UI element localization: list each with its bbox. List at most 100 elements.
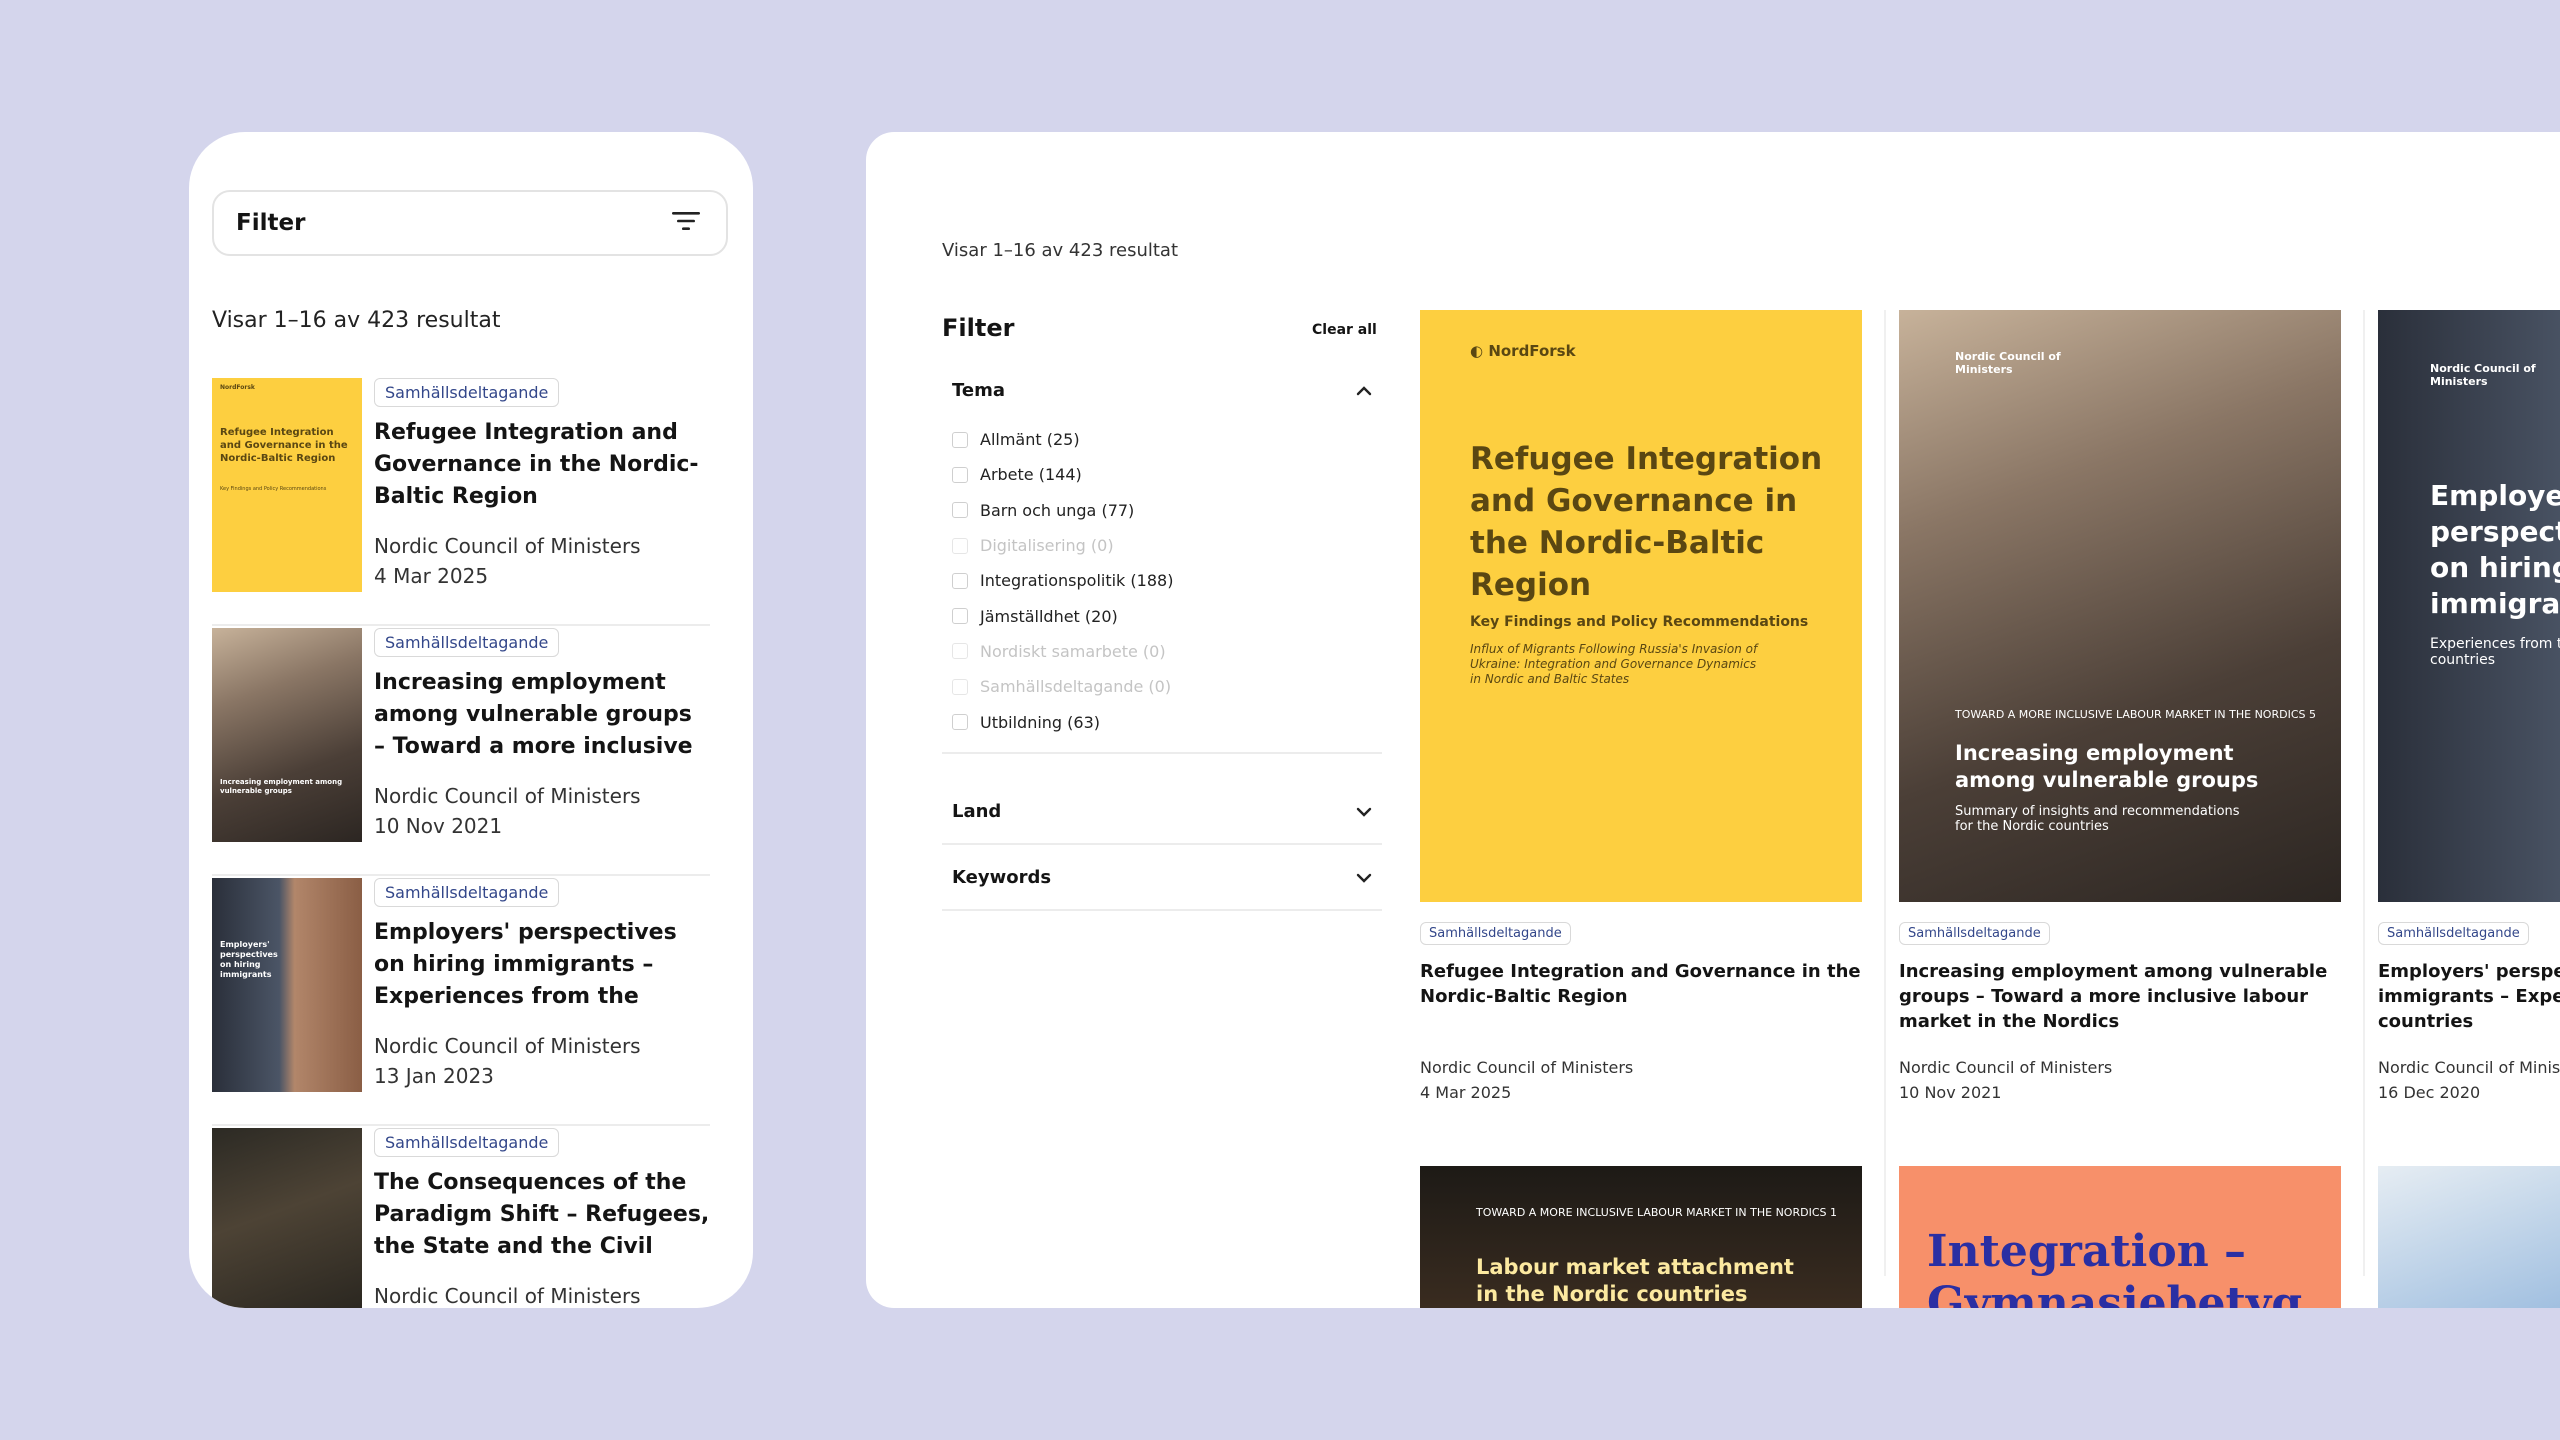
accordion-land-label: Land <box>952 800 1002 822</box>
checkbox <box>952 537 968 554</box>
tema-option: Samhällsdeltagande (0) <box>952 669 1372 704</box>
tema-option: Nordiskt samarbete (0) <box>952 634 1372 669</box>
tema-option[interactable]: Utbildning (63) <box>952 704 1372 739</box>
nordforsk-logo: ◐ NordForsk <box>1470 342 1576 360</box>
list-item[interactable]: NordForsk Refugee Integration and Govern… <box>212 378 710 626</box>
cover-subtitle: Experiences from the Nordic countries <box>2430 636 2560 668</box>
publication-title[interactable]: Employers' perspectives on hiring immigr… <box>2378 959 2560 1039</box>
publisher: Nordic Council of Ministers <box>1899 1058 2113 1077</box>
filter-icon <box>672 210 700 236</box>
tema-option-label: Integrationspolitik (188) <box>980 571 1174 591</box>
tema-option: Digitalisering (0) <box>952 528 1372 563</box>
chevron-down-icon <box>1356 801 1372 822</box>
topic-tag[interactable]: Samhällsdeltagande <box>374 378 560 407</box>
publication-card[interactable]: Nordic Council of Ministers Employers' p… <box>2378 310 2560 1105</box>
topic-tag[interactable]: Samhällsdeltagande <box>374 878 560 907</box>
tema-option[interactable]: Integrationspolitik (188) <box>952 563 1372 598</box>
topic-tag[interactable]: Samhällsdeltagande <box>1420 922 1571 945</box>
checkbox[interactable] <box>952 502 968 519</box>
tema-option-label: Jämställdhet (20) <box>980 606 1118 626</box>
accordion-tema-header[interactable]: Tema <box>942 358 1382 422</box>
publisher: Nordic Council of Ministers <box>374 784 641 808</box>
tema-option-label: Utbildning (63) <box>980 712 1100 732</box>
checkbox[interactable] <box>952 714 968 731</box>
mobile-panel: Filter Visar 1–16 av 423 resultat NordFo… <box>189 132 753 1308</box>
list-item-info: Samhällsdeltagande Refugee Integration a… <box>362 378 710 624</box>
desktop-results-count: Visar 1–16 av 423 resultat <box>942 240 1179 261</box>
topic-tag[interactable]: Samhällsdeltagande <box>1899 922 2050 945</box>
cover-title: Labour market attachment in the Nordic c… <box>1476 1255 1794 1306</box>
tema-option[interactable]: Allmänt (25) <box>952 422 1372 457</box>
publication-date: 16 Dec 2020 <box>2378 1083 2481 1102</box>
publication-title[interactable]: Employers' perspectives on hiring immigr… <box>374 917 710 1013</box>
nordforsk-logo-text: NordForsk <box>220 384 255 391</box>
publication-cover[interactable]: Nordic Council of Ministers Employers' p… <box>2378 310 2560 902</box>
checkbox[interactable] <box>952 608 968 625</box>
checkbox[interactable] <box>952 572 968 589</box>
chevron-up-icon <box>1356 380 1372 401</box>
ncm-logo: Nordic Council of Ministers <box>1955 350 2061 376</box>
publication-cover[interactable]: TOWARD A MORE INCLUSIVE LABOUR MARKET IN… <box>1420 1166 1862 1308</box>
accordion-land[interactable]: Land <box>942 779 1382 845</box>
card-divider <box>1884 310 1886 1276</box>
checkbox[interactable] <box>952 466 968 483</box>
publication-thumbnail[interactable] <box>212 1128 362 1308</box>
tema-option-label: Digitalisering (0) <box>980 536 1114 556</box>
publication-thumbnail[interactable]: Employers' perspectives on hiring immigr… <box>212 878 362 1092</box>
tema-option[interactable]: Jämställdhet (20) <box>952 598 1372 633</box>
cover-series: TOWARD A MORE INCLUSIVE LABOUR MARKET IN… <box>1955 708 2316 721</box>
publication-cover[interactable] <box>2378 1166 2560 1308</box>
cover-subtitle: Key Findings and Policy Recommendations <box>1470 614 1809 630</box>
cover-title: Refugee Integration and Governance in th… <box>1470 441 1823 603</box>
tema-option-label: Barn och unga (77) <box>980 500 1135 520</box>
publication-cover[interactable]: Nordic Council of Ministers TOWARD A MOR… <box>1899 310 2341 902</box>
topic-tag[interactable]: Samhällsdeltagande <box>374 628 560 657</box>
publication-cover[interactable]: ◐ NordForsk Refugee Integration and Gove… <box>1420 310 1862 902</box>
list-item-info: Samhällsdeltagande Increasing employment… <box>362 628 710 874</box>
publisher: Nordic Council of Ministers <box>2378 1058 2560 1077</box>
tema-options: Allmänt (25) Arbete (144) Barn och unga (7… <box>942 422 1382 752</box>
topic-tag[interactable]: Samhällsdeltagande <box>374 1128 560 1157</box>
mobile-result-list: NordForsk Refugee Integration and Govern… <box>212 378 710 1308</box>
tema-option[interactable]: Barn och unga (77) <box>952 493 1372 528</box>
mobile-results-count: Visar 1–16 av 423 resultat <box>212 308 501 333</box>
cover-description: Influx of Migrants Following Russia's In… <box>1470 642 1758 686</box>
accordion-keywords-label: Keywords <box>952 866 1052 888</box>
publisher: Nordic Council of Ministers <box>1420 1058 1634 1077</box>
accordion-keywords-header[interactable]: Keywords <box>942 845 1382 909</box>
list-item[interactable]: Increasing employment among vulnerable g… <box>212 628 710 876</box>
checkbox[interactable] <box>952 431 968 448</box>
publication-date: 10 Nov 2021 <box>1899 1083 2002 1102</box>
accordion-tema: Tema Allmänt (25) Arbete (144) Barn och un… <box>942 358 1382 754</box>
clear-all-button[interactable]: Clear all <box>1312 322 1377 338</box>
publication-title[interactable]: Increasing employment among vulnerable g… <box>1899 959 2341 1039</box>
tema-option[interactable]: Arbete (144) <box>952 457 1372 492</box>
topic-tag[interactable]: Samhällsdeltagande <box>2378 922 2529 945</box>
publication-thumbnail[interactable]: NordForsk Refugee Integration and Govern… <box>212 378 362 592</box>
publication-title[interactable]: The Consequences of the Paradigm Shift –… <box>374 1167 710 1263</box>
publication-cover[interactable]: Integration – Gymnasiebetyg <box>1899 1166 2341 1308</box>
filter-heading: Filter <box>942 314 1015 342</box>
checkbox <box>952 678 968 695</box>
thumbnail-title: Increasing employment among vulnerable g… <box>220 778 343 795</box>
thumbnail-subtitle: Key Findings and Policy Recommendations <box>220 486 327 492</box>
publication-card[interactable]: Nordic Council of Ministers TOWARD A MOR… <box>1899 310 2341 1105</box>
accordion-tema-label: Tema <box>952 379 1005 401</box>
accordion-land-header[interactable]: Land <box>942 779 1382 843</box>
list-item[interactable]: Employers' perspectives on hiring immigr… <box>212 878 710 1126</box>
publication-date: 13 Jan 2023 <box>374 1064 494 1088</box>
publication-title[interactable]: Refugee Integration and Governance in th… <box>1420 959 1862 1039</box>
mobile-filter-label: Filter <box>236 210 306 236</box>
publisher: Nordic Council of Ministers <box>374 1284 641 1308</box>
publication-card[interactable]: ◐ NordForsk Refugee Integration and Gove… <box>1420 310 1862 1105</box>
card-divider <box>2363 310 2365 1276</box>
ncm-logo: Nordic Council of Ministers <box>2430 362 2536 388</box>
mobile-filter-button[interactable]: Filter <box>212 190 728 256</box>
publication-title[interactable]: Increasing employment among vulnerable g… <box>374 667 710 763</box>
publisher: Nordic Council of Ministers <box>374 1034 641 1058</box>
checkbox <box>952 643 968 660</box>
list-item[interactable]: Samhällsdeltagande The Consequences of t… <box>212 1128 710 1308</box>
publication-thumbnail[interactable]: Increasing employment among vulnerable g… <box>212 628 362 842</box>
publication-title[interactable]: Refugee Integration and Governance in th… <box>374 417 710 513</box>
accordion-keywords[interactable]: Keywords <box>942 845 1382 911</box>
